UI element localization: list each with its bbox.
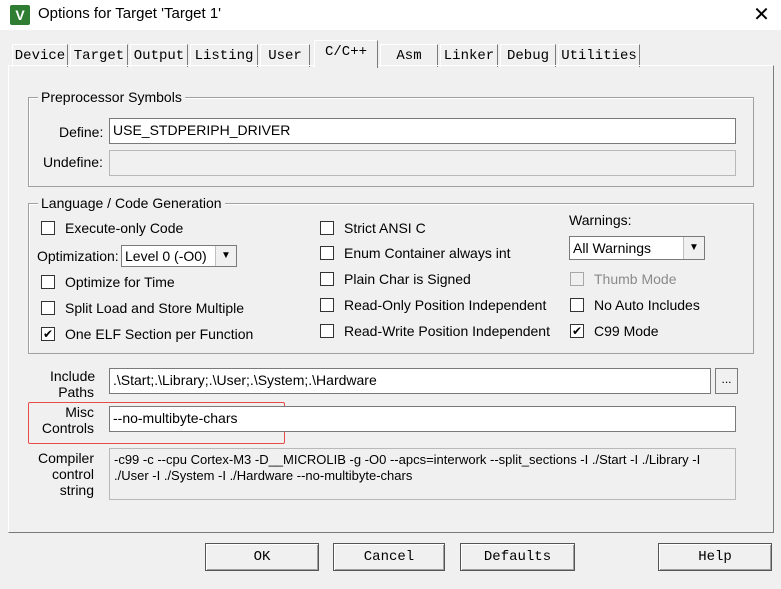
- compiler-control-line1: -c99 -c --cpu Cortex-M3 -D__MICROLIB -g …: [114, 452, 701, 467]
- warnings-select[interactable]: All Warnings ▼: [569, 236, 705, 260]
- compiler-control-label-line2: control: [51, 466, 94, 482]
- one-elf-checkbox[interactable]: ✔ One ELF Section per Function: [41, 326, 253, 342]
- one-elf-label: One ELF Section per Function: [65, 326, 254, 342]
- plain-char-label: Plain Char is Signed: [344, 271, 471, 287]
- include-paths-label-line2: Paths: [58, 384, 94, 400]
- checkbox-box: [320, 221, 334, 235]
- chevron-down-icon: ▼: [215, 246, 236, 266]
- compiler-control-string[interactable]: -c99 -c --cpu Cortex-M3 -D__MICROLIB -g …: [109, 448, 736, 500]
- no-auto-includes-checkbox[interactable]: No Auto Includes: [570, 297, 700, 313]
- title-bar: V Options for Target 'Target 1' ✕: [0, 0, 781, 30]
- tab-c-cpp[interactable]: C/C++: [314, 40, 378, 68]
- optimization-value: Level 0 (-O0): [125, 248, 207, 264]
- c99-mode-checkbox[interactable]: ✔ C99 Mode: [570, 323, 659, 339]
- tab-linker[interactable]: Linker: [440, 44, 498, 67]
- include-paths-label-line1: Include: [50, 368, 96, 384]
- checkbox-box: [41, 275, 55, 289]
- no-auto-includes-label: No Auto Includes: [594, 297, 700, 313]
- codegen-title: Language / Code Generation: [38, 195, 225, 211]
- optimize-time-checkbox[interactable]: Optimize for Time: [41, 274, 175, 290]
- tab-utilities[interactable]: Utilities: [558, 44, 640, 67]
- plain-char-checkbox[interactable]: Plain Char is Signed: [320, 271, 471, 287]
- include-paths-label: Include Paths: [50, 368, 96, 400]
- misc-controls-label-line2: Controls: [41, 420, 94, 436]
- defaults-button[interactable]: Defaults: [460, 543, 575, 571]
- keil-app-icon: V: [10, 5, 30, 25]
- split-load-checkbox[interactable]: Split Load and Store Multiple: [41, 300, 244, 316]
- define-label: Define:: [59, 124, 104, 140]
- close-button[interactable]: ✕: [742, 0, 781, 30]
- tab-strip: Device Target Output Listing User C/C++ …: [0, 40, 781, 68]
- rw-position-checkbox[interactable]: Read-Write Position Independent: [320, 323, 550, 339]
- strict-ansi-checkbox[interactable]: Strict ANSI C: [320, 220, 426, 236]
- checkmark-icon: ✔: [41, 327, 55, 341]
- undefine-label: Undefine:: [43, 154, 103, 170]
- optimization-select[interactable]: Level 0 (-O0) ▼: [121, 245, 237, 267]
- compiler-control-label: Compiler control string: [36, 450, 94, 498]
- close-icon: ✕: [753, 4, 770, 26]
- enum-container-checkbox[interactable]: Enum Container always int: [320, 245, 511, 261]
- warnings-label: Warnings:: [569, 212, 632, 228]
- include-paths-input[interactable]: .\Start;.\Library;.\User;.\System;.\Hard…: [109, 368, 711, 394]
- define-input[interactable]: USE_STDPERIPH_DRIVER: [109, 118, 736, 144]
- tab-target[interactable]: Target: [70, 44, 128, 67]
- tab-asm[interactable]: Asm: [380, 44, 438, 67]
- preprocessor-title: Preprocessor Symbols: [38, 89, 185, 105]
- tab-listing[interactable]: Listing: [190, 44, 258, 67]
- tab-user[interactable]: User: [260, 44, 310, 67]
- include-paths-browse-button[interactable]: ...: [715, 368, 738, 394]
- strict-ansi-label: Strict ANSI C: [344, 220, 426, 236]
- tab-output[interactable]: Output: [130, 44, 188, 67]
- compiler-control-label-line1: Compiler: [37, 450, 94, 466]
- tab-debug[interactable]: Debug: [500, 44, 556, 67]
- optimization-label: Optimization:: [37, 248, 119, 264]
- checkbox-box: [320, 272, 334, 286]
- checkmark-icon: ✔: [570, 324, 584, 338]
- misc-controls-label-line1: Misc: [65, 404, 94, 420]
- checkbox-box: [570, 272, 584, 286]
- ro-position-checkbox[interactable]: Read-Only Position Independent: [320, 297, 546, 313]
- split-load-label: Split Load and Store Multiple: [65, 300, 244, 316]
- rw-position-label: Read-Write Position Independent: [344, 323, 550, 339]
- misc-controls-label: Misc Controls: [40, 404, 94, 436]
- tab-device[interactable]: Device: [12, 44, 68, 67]
- execute-only-checkbox[interactable]: Execute-only Code: [41, 220, 183, 236]
- chevron-down-icon: ▼: [683, 237, 704, 259]
- ro-position-label: Read-Only Position Independent: [344, 297, 547, 313]
- checkbox-box: [320, 298, 334, 312]
- checkbox-box: [41, 221, 55, 235]
- enum-container-label: Enum Container always int: [344, 245, 511, 261]
- execute-only-label: Execute-only Code: [65, 220, 184, 236]
- help-button[interactable]: Help: [658, 543, 772, 571]
- checkbox-box: [570, 298, 584, 312]
- ok-button[interactable]: OK: [205, 543, 319, 571]
- undefine-input[interactable]: [109, 150, 736, 176]
- cancel-button[interactable]: Cancel: [333, 543, 445, 571]
- checkbox-box: [41, 301, 55, 315]
- checkbox-box: [320, 246, 334, 260]
- window-title: Options for Target 'Target 1': [38, 5, 222, 22]
- c99-mode-label: C99 Mode: [594, 323, 659, 339]
- thumb-mode-checkbox[interactable]: Thumb Mode: [570, 271, 676, 287]
- misc-controls-input[interactable]: --no-multibyte-chars: [109, 406, 736, 432]
- compiler-control-label-line3: string: [59, 482, 94, 498]
- optimize-time-label: Optimize for Time: [65, 274, 175, 290]
- compiler-control-line2: ./User -I ./System -I ./Hardware --no-mu…: [114, 468, 413, 483]
- thumb-mode-label: Thumb Mode: [594, 271, 677, 287]
- checkbox-box: [320, 324, 334, 338]
- warnings-value: All Warnings: [573, 240, 652, 256]
